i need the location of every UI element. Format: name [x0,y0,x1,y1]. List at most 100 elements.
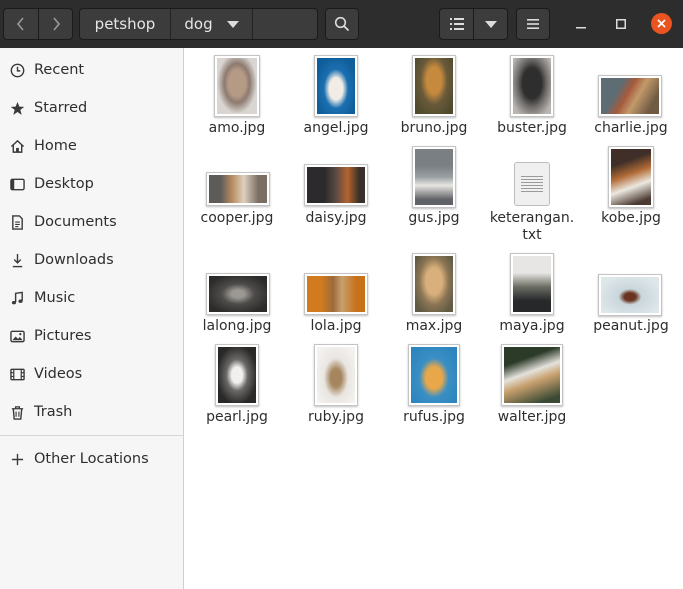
clock-icon [9,62,25,78]
sidebar-item-label: Home [34,138,77,154]
sidebar-item-label: Pictures [34,328,92,344]
plus-icon [9,451,25,467]
sidebar-separator [0,435,184,436]
file-item[interactable]: max.jpg [386,252,482,342]
file-item[interactable]: walter.jpg [484,342,580,432]
image-thumbnail [598,75,662,117]
minimize-button[interactable] [573,16,589,32]
video-icon [9,366,25,382]
triangle-down-icon [226,20,239,28]
file-item[interactable]: buster.jpg [484,53,580,143]
sidebar-item-label: Starred [34,100,88,116]
sidebar-item-music[interactable]: Music [0,279,184,317]
triangle-down-icon [484,20,497,28]
image-thumbnail [304,164,368,206]
file-item[interactable]: maya.jpg [484,252,580,342]
maximize-icon [616,19,626,29]
breadcrumb-label: dog [184,15,213,33]
text-file-icon [514,162,550,206]
file-name: kobe.jpg [601,210,661,226]
sidebar: Recent Starred Home Desktop Documents Do… [0,48,184,589]
sidebar-item-label: Desktop [34,176,94,192]
view-options-button[interactable] [473,8,508,40]
download-icon [9,252,25,268]
file-name: charlie.jpg [594,120,668,136]
sidebar-item-videos[interactable]: Videos [0,355,184,393]
sidebar-item-downloads[interactable]: Downloads [0,241,184,279]
picture-icon [9,328,25,344]
file-item[interactable]: keterangan. txt [484,144,580,244]
header-bar: petshop dog [0,0,683,48]
close-button[interactable] [651,13,672,34]
file-item[interactable]: lola.jpg [288,252,384,342]
file-item[interactable]: peanut.jpg [583,252,679,342]
search-icon [334,16,350,32]
sidebar-item-label: Recent [34,62,85,78]
close-icon [657,19,666,28]
image-thumbnail [412,146,456,208]
forward-button[interactable] [38,8,73,40]
file-name: ruby.jpg [308,409,364,425]
breadcrumb-empty-slot[interactable] [253,9,317,39]
file-item[interactable]: pearl.jpg [189,342,285,432]
file-name: maya.jpg [499,318,565,334]
file-item[interactable]: angel.jpg [288,53,384,143]
search-button[interactable] [325,8,359,40]
chevron-left-icon [16,17,24,31]
file-item[interactable]: cooper.jpg [189,144,285,234]
music-icon [9,290,25,306]
sidebar-item-label: Other Locations [34,451,149,467]
sidebar-item-label: Videos [34,366,83,382]
file-name: buster.jpg [497,120,567,136]
file-name: cooper.jpg [200,210,274,226]
sidebar-item-other-locations[interactable]: Other Locations [0,440,184,478]
file-name: lola.jpg [310,318,362,334]
file-item[interactable]: gus.jpg [386,144,482,234]
sidebar-item-pictures[interactable]: Pictures [0,317,184,355]
file-item[interactable]: lalong.jpg [189,252,285,342]
sidebar-item-recent[interactable]: Recent [0,51,184,89]
file-item[interactable]: rufus.jpg [386,342,482,432]
file-name: keterangan. txt [489,210,575,243]
sidebar-item-label: Music [34,290,76,306]
file-name: max.jpg [405,318,463,334]
image-thumbnail [608,146,654,208]
file-name: lalong.jpg [202,318,272,334]
breadcrumb-dog[interactable]: dog [171,9,253,39]
image-thumbnail [510,55,554,117]
file-name: bruno.jpg [400,120,468,136]
file-item[interactable]: ruby.jpg [288,342,384,432]
sidebar-item-label: Trash [34,404,73,420]
sidebar-item-documents[interactable]: Documents [0,203,184,241]
view-toggle-button[interactable] [439,8,474,40]
file-name: amo.jpg [208,120,266,136]
sidebar-item-trash[interactable]: Trash [0,393,184,431]
back-button[interactable] [3,8,39,40]
sidebar-item-starred[interactable]: Starred [0,89,184,127]
image-thumbnail [412,55,456,117]
sidebar-item-home[interactable]: Home [0,127,184,165]
file-item[interactable]: charlie.jpg [583,53,679,143]
star-icon [9,100,25,116]
sidebar-item-label: Documents [34,214,117,230]
image-thumbnail [304,273,368,315]
sidebar-item-desktop[interactable]: Desktop [0,165,184,203]
image-thumbnail [215,344,259,406]
list-view-icon [449,18,464,30]
image-thumbnail [598,274,662,316]
breadcrumb-petshop[interactable]: petshop [80,9,171,39]
file-item[interactable]: bruno.jpg [386,53,482,143]
sidebar-item-label: Downloads [34,252,114,268]
file-item[interactable]: kobe.jpg [583,144,679,234]
image-thumbnail [206,273,270,315]
image-thumbnail [501,344,563,406]
menu-button[interactable] [516,8,550,40]
home-icon [9,138,25,154]
maximize-button[interactable] [613,16,629,32]
file-name: rufus.jpg [403,409,465,425]
chevron-right-icon [52,17,60,31]
document-icon [9,214,25,230]
file-item[interactable]: daisy.jpg [288,144,384,234]
file-item[interactable]: amo.jpg [189,53,285,143]
image-thumbnail [206,172,270,206]
